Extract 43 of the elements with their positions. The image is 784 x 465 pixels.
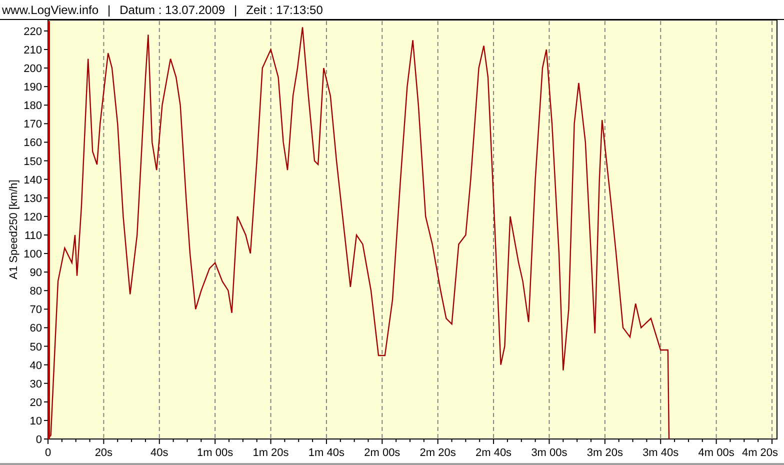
y-tick-label: 40 (30, 360, 42, 372)
y-axis-label: A1 Speed250 [km/h] (8, 180, 20, 280)
x-tick-label: 1m 40s (308, 447, 344, 459)
y-tick-label: 120 (24, 211, 42, 224)
y-tick-label: 90 (30, 267, 42, 280)
y-tick-label: 220 (24, 26, 42, 38)
y-tick-label: 20 (30, 396, 42, 409)
y-tick-label: 30 (30, 378, 42, 390)
x-tick-label: 4m 20s (742, 447, 778, 459)
x-tick-label: 40s (150, 447, 168, 459)
x-tick-label: 0 (44, 447, 52, 459)
header-text: Datum : 13.07.2009 (120, 2, 226, 18)
y-tick-label: 60 (30, 322, 42, 335)
x-tick-label: 20s (94, 447, 113, 459)
x-tick-label: 1m 00s (197, 447, 234, 459)
y-tick-label: 110 (24, 230, 42, 242)
y-tick-label: 140 (24, 174, 42, 186)
x-tick-label: 3m 20s (586, 447, 623, 459)
header-text: Zeit : 17:13:50 (246, 2, 323, 18)
x-tick-label: 3m 00s (531, 447, 568, 459)
y-tick-label: 50 (30, 341, 42, 354)
y-tick-label: 200 (24, 63, 42, 76)
x-tick-label: 4m 00s (698, 447, 734, 459)
y-tick-label: 0 (36, 434, 42, 446)
header-text: | (234, 2, 238, 18)
x-tick-label: 2m 00s (364, 447, 400, 459)
y-tick-label: 190 (24, 82, 42, 94)
header-text: www.LogView.info (2, 2, 99, 18)
y-tick-label: 80 (30, 286, 42, 298)
x-tick-label: 2m 20s (420, 447, 456, 459)
y-tick-label: 150 (24, 156, 42, 168)
y-tick-label: 160 (24, 137, 42, 150)
y-tick-label: 170 (24, 118, 42, 131)
y-tick-label: 100 (24, 248, 42, 261)
y-tick-label: 210 (24, 44, 42, 56)
header-text: | (108, 2, 111, 18)
x-tick-label: 1m 20s (252, 447, 289, 459)
y-tick-label: 70 (30, 304, 42, 316)
y-tick-label: 180 (24, 100, 42, 112)
y-tick-label: 130 (24, 192, 42, 205)
x-tick-label: 2m 40s (476, 447, 512, 459)
x-tick-label: 3m 40s (642, 447, 679, 459)
y-tick-label: 10 (30, 415, 42, 428)
